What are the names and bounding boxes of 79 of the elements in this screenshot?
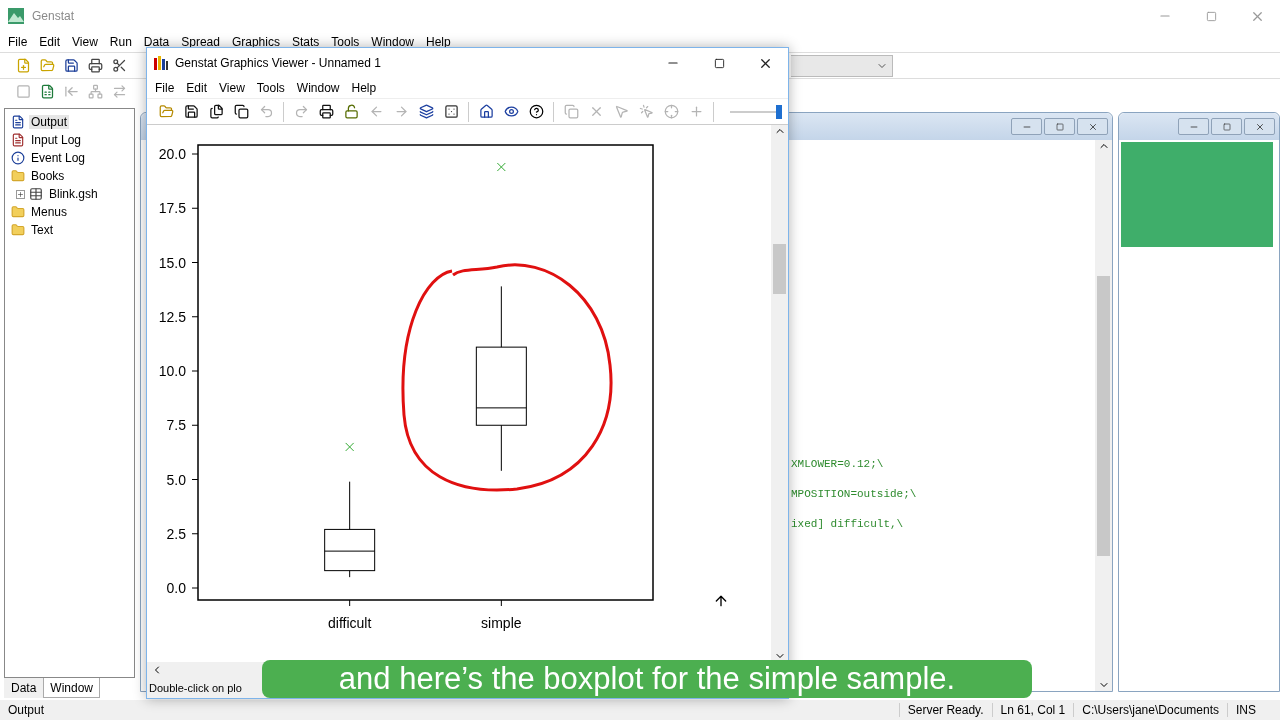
info-icon [11,151,25,165]
tab[interactable]: Window [43,678,101,698]
menu-item[interactable]: Help [345,81,383,95]
scrollbar[interactable] [1095,140,1112,691]
tree-item[interactable]: Text [29,223,55,237]
menu-item[interactable]: Spread [175,35,226,49]
tree-item[interactable]: Blink.gsh [47,187,100,201]
expand-icon[interactable] [16,189,25,199]
axis-category-label: simple [481,615,522,631]
axis-tick-label: 20.0 [158,146,186,162]
axis-tick-label: 17.5 [158,200,186,217]
folder-icon [11,169,25,183]
slider-thumb[interactable] [776,104,783,119]
code-line: ixed] difficult,\ [791,518,905,530]
menu-item[interactable]: File [2,35,34,49]
menu-item[interactable]: Stats [285,35,326,49]
folder-icon [11,205,25,219]
scrollbar[interactable] [771,125,788,662]
status-text: Double-click on plo [149,682,242,694]
close-icon [1254,121,1265,132]
window-title: Genstat [32,9,75,23]
menu-item[interactable]: Window [365,35,420,49]
folder-icon [11,223,25,237]
status-text: Ln 61, Col 1 [991,703,1074,717]
tab[interactable]: Data [4,678,44,698]
table-icon [29,187,43,201]
menu-item[interactable]: Edit [33,35,67,49]
tree-item[interactable]: Event Log [29,151,88,165]
tree-item[interactable]: Menus [29,205,70,219]
code-line: MPOSITION=outside;\ [791,488,918,500]
menu-item[interactable]: Tools [250,81,291,95]
tree-item[interactable]: Input Log [29,133,84,147]
status-text: C:\Users\jane\Documents [1073,703,1227,717]
axis-tick-label: 15.0 [158,254,186,271]
restore-icon [1222,122,1231,131]
bar-chart-icon [153,55,169,71]
axis-tick-label: 5.0 [166,471,186,488]
menu-item[interactable]: View [213,81,251,95]
status-text: INS [1227,703,1264,717]
tree-item[interactable]: Books [29,169,67,183]
close-icon [1087,121,1098,132]
document-icon [11,115,25,129]
restore-button[interactable] [1044,118,1075,135]
close-button[interactable] [1077,118,1108,135]
minimize-button[interactable] [1178,118,1209,135]
axis-tick-label: 2.5 [166,525,186,542]
scroll-thumb[interactable] [1097,275,1110,556]
menu-item[interactable]: Run [103,35,138,49]
close-button[interactable] [1244,118,1275,135]
minimize-button[interactable] [1011,118,1042,135]
window-title: Genstat Graphics Viewer - Unnamed 1 [175,56,381,70]
document-icon [11,133,25,147]
dropdown-field[interactable] [791,54,893,77]
restore-icon [1055,122,1064,131]
outlier-marker [496,162,506,172]
menu-item[interactable]: Window [290,81,346,95]
menu-item[interactable]: Tools [325,35,366,49]
axis-tick-label: 10.0 [158,363,186,379]
status-text: Server Ready. [898,703,992,717]
axis-tick-label: 12.5 [158,308,186,325]
axis-tick-label: 7.5 [166,417,186,434]
outlier-marker [345,442,355,452]
restore-button[interactable] [1211,118,1242,135]
menu-item[interactable]: File [149,81,181,95]
menu-item[interactable]: Data [137,35,176,49]
tree-item[interactable]: Output [29,115,70,129]
maximize-icon[interactable] [713,57,725,69]
menu-item[interactable]: Help [420,35,457,49]
cursor-icon [713,593,729,609]
axis-tick-label: 0.0 [166,580,186,596]
scroll-thumb[interactable] [773,243,786,294]
code-line: XMLOWER=0.12;\ [791,458,885,470]
status-text: Output [7,703,46,717]
axis-category-label: difficult [328,615,372,631]
menu-item[interactable]: View [66,35,104,49]
menu-item[interactable]: Edit [180,81,214,95]
app-logo-icon [8,8,24,24]
menu-item[interactable]: Graphics [225,35,286,49]
caption-toast: and here’s the boxplot for the simple sample. [262,660,1032,698]
